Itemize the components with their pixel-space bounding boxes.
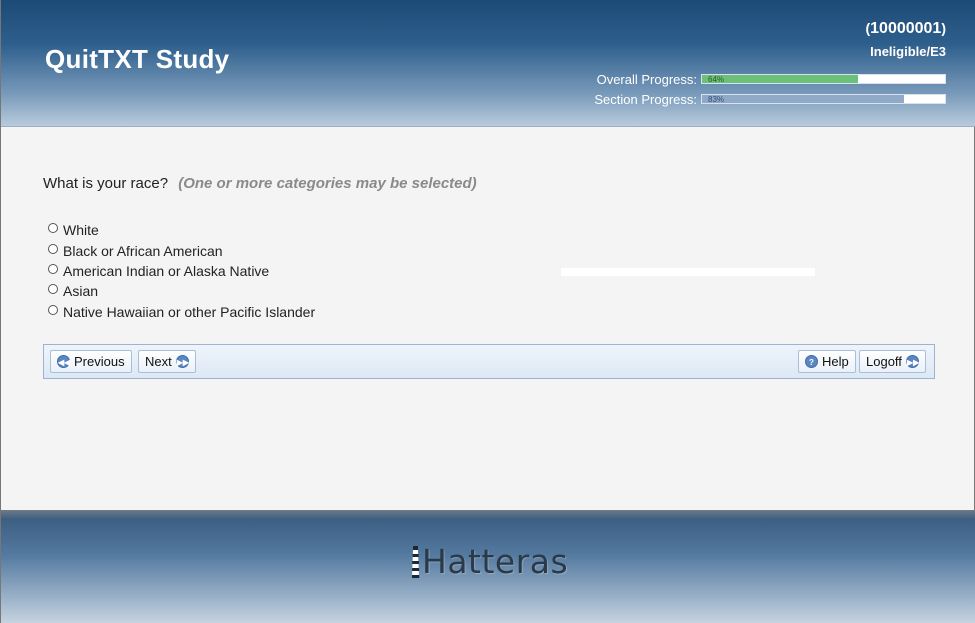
participant-id: (10000001) bbox=[865, 20, 946, 37]
option-label: Asian bbox=[63, 283, 99, 300]
option-american-indian-or-alaska-native[interactable]: American Indian or Alaska Native bbox=[48, 261, 315, 281]
footer: Hatteras bbox=[1, 510, 975, 623]
rewind-icon: ◀◀ bbox=[57, 355, 70, 368]
participant-id-value: 10000001 bbox=[870, 20, 942, 37]
overall-progress: Overall Progress: 64% bbox=[596, 71, 946, 87]
app-title: QuitTXT Study bbox=[45, 44, 230, 74]
previous-button-label: Previous bbox=[74, 354, 125, 369]
race-options: White Black or African American American… bbox=[48, 220, 315, 322]
logo-text: Hatteras bbox=[422, 542, 569, 581]
radio-button[interactable] bbox=[48, 304, 58, 315]
section-progress-label: Section Progress: bbox=[594, 91, 697, 107]
option-label: American Indian or Alaska Native bbox=[63, 262, 270, 279]
radio-button[interactable] bbox=[48, 263, 58, 274]
hatteras-logo: Hatteras bbox=[411, 542, 568, 581]
header: QuitTXT Study (10000001) Ineligible/E3 O… bbox=[1, 0, 975, 127]
lighthouse-icon bbox=[412, 545, 420, 578]
previous-button[interactable]: ◀◀ Previous bbox=[50, 350, 132, 373]
fast-forward-icon: ▶▶ bbox=[905, 355, 919, 368]
status-badge: Ineligible/E3 bbox=[870, 44, 946, 59]
question-hint: (One or more categories may be selected) bbox=[178, 175, 477, 192]
question-text: What is your race? (One or more categori… bbox=[43, 175, 477, 192]
radio-button[interactable] bbox=[48, 284, 58, 295]
next-button[interactable]: Next ▶▶ bbox=[138, 350, 196, 373]
question-circle-icon: ? bbox=[805, 355, 818, 368]
question-label: What is your race? bbox=[43, 175, 169, 192]
help-button[interactable]: ? Help bbox=[798, 350, 856, 373]
blank-bar bbox=[561, 268, 815, 276]
option-label: Native Hawaiian or other Pacific Islande… bbox=[63, 303, 316, 320]
next-button-label: Next bbox=[145, 354, 172, 369]
overall-progress-percent: 64% bbox=[708, 75, 725, 84]
radio-button[interactable] bbox=[48, 243, 58, 254]
option-white[interactable]: White bbox=[48, 220, 315, 240]
logoff-button-label: Logoff bbox=[866, 354, 902, 369]
section-progress-bar: 83% bbox=[701, 94, 946, 104]
radio-button[interactable] bbox=[48, 223, 58, 234]
option-label: Black or African American bbox=[63, 242, 223, 259]
section-progress-fill bbox=[702, 95, 904, 103]
help-button-label: Help bbox=[822, 354, 849, 369]
navigation-bar: ◀◀ Previous Next ▶▶ ? Help Logoff ▶▶ bbox=[43, 344, 935, 379]
overall-progress-label: Overall Progress: bbox=[596, 71, 697, 87]
overall-progress-bar: 64% bbox=[701, 74, 946, 84]
fast-forward-icon: ▶▶ bbox=[175, 355, 189, 368]
section-progress-percent: 83% bbox=[708, 95, 725, 104]
logoff-button[interactable]: Logoff ▶▶ bbox=[859, 350, 926, 373]
overall-progress-fill bbox=[702, 75, 858, 83]
option-asian[interactable]: Asian bbox=[48, 281, 315, 301]
option-black-or-african-american[interactable]: Black or African American bbox=[48, 240, 315, 260]
option-native-hawaiian-or-pacific-islander[interactable]: Native Hawaiian or other Pacific Islande… bbox=[48, 302, 315, 322]
option-label: White bbox=[63, 222, 99, 239]
section-progress: Section Progress: 83% bbox=[594, 91, 946, 107]
